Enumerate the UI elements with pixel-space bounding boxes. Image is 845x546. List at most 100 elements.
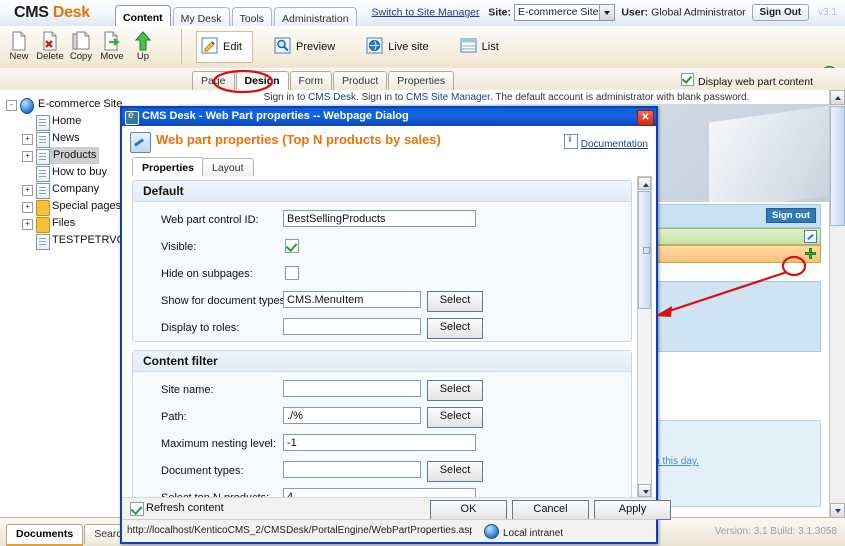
- switch-to-site-manager-link[interactable]: Switch to Site Manager: [372, 6, 480, 18]
- documentation-link[interactable]: Documentation: [581, 139, 648, 150]
- display-webpart-content-label: Display web part content: [698, 76, 813, 88]
- field-label: Maximum nesting level:: [161, 438, 276, 450]
- webpart-properties-icon: [130, 132, 151, 153]
- display-webpart-content-checkbox[interactable]: [681, 73, 695, 86]
- delete-document-icon: [36, 31, 64, 51]
- tab-properties[interactable]: Properties: [388, 71, 455, 90]
- view-preview-button[interactable]: Preview: [270, 32, 345, 62]
- view-list-button[interactable]: List: [456, 32, 509, 62]
- select-button[interactable]: Select: [427, 461, 483, 482]
- tree-expander[interactable]: +: [22, 202, 33, 213]
- logo-primary: CMS: [14, 4, 49, 21]
- signin-note-2: . Sign in to: [355, 92, 404, 103]
- field-webpart-control-id: Web part control ID:: [133, 208, 631, 235]
- app-header: CMS Desk Content My Desk Tools Administrati…: [0, 0, 845, 29]
- documentation-link-wrap: Documentation: [563, 134, 648, 150]
- tree-expander[interactable]: +: [22, 151, 33, 162]
- ok-button[interactable]: OK: [430, 500, 507, 520]
- document-icon: [36, 132, 50, 148]
- dialog-titlebar[interactable]: CMS Desk - Web Part properties -- Webpag…: [122, 108, 656, 126]
- tab-page[interactable]: Page: [192, 71, 235, 90]
- site-sign-out-button[interactable]: Sign out: [766, 208, 816, 223]
- dialog-tab-layout[interactable]: Layout: [202, 158, 254, 178]
- tree-expander[interactable]: +: [22, 219, 33, 230]
- edit-pencil-icon[interactable]: [804, 230, 817, 243]
- header-right-cluster: Switch to Site Manager Site: E-commerce …: [372, 4, 837, 21]
- select-button[interactable]: Select: [427, 291, 483, 312]
- design-scrollbar[interactable]: [829, 90, 845, 518]
- cancel-button[interactable]: Cancel: [512, 500, 589, 520]
- sign-out-button[interactable]: Sign Out: [751, 4, 810, 21]
- tree-expander[interactable]: -: [6, 100, 17, 111]
- display-to-roles-input[interactable]: [283, 318, 421, 335]
- site-name-input[interactable]: [283, 380, 421, 397]
- show-for-document-types-input[interactable]: [283, 291, 421, 308]
- tree-node-label: Company: [52, 183, 100, 195]
- page-tab-bar: Page Design Form Product Properties Display …: [0, 68, 845, 158]
- cms-desk-link[interactable]: CMS Desk: [308, 92, 356, 103]
- scroll-up-icon[interactable]: [830, 90, 845, 105]
- tree-node-label: News: [52, 132, 80, 144]
- delete-label: Delete: [36, 51, 64, 62]
- view-edit-button[interactable]: Edit: [196, 31, 253, 63]
- chevron-down-icon: [599, 5, 615, 20]
- add-webpart-plus-icon[interactable]: [805, 248, 816, 259]
- up-button[interactable]: Up: [128, 28, 158, 67]
- pencil-icon: [201, 37, 218, 54]
- tree-expander[interactable]: +: [22, 134, 33, 145]
- site-select[interactable]: E-commerce Site: [513, 4, 616, 21]
- header-version: v3.1: [818, 7, 837, 19]
- dialog-security-zone: Local intranet: [484, 524, 563, 539]
- select-button[interactable]: Select: [427, 407, 483, 428]
- scrollbar-thumb[interactable]: [638, 191, 651, 309]
- webpart-control-id-input[interactable]: [283, 210, 476, 227]
- refresh-content-checkbox[interactable]: [130, 502, 144, 516]
- tree-node-label: Files: [52, 217, 76, 229]
- copy-button[interactable]: Copy: [66, 28, 96, 67]
- magnifier-icon: [274, 37, 291, 54]
- tab-form[interactable]: Form: [289, 71, 333, 90]
- cms-site-manager-link[interactable]: CMS Site Manager: [406, 92, 490, 103]
- globe-icon: [20, 98, 34, 114]
- new-label: New: [9, 51, 29, 62]
- tab-product[interactable]: Product: [333, 71, 388, 90]
- move-button[interactable]: Move: [97, 28, 127, 67]
- site-label: Site:: [488, 6, 512, 19]
- select-button[interactable]: Select: [427, 380, 483, 401]
- field-site-name: Site name: Select: [133, 378, 631, 405]
- copy-document-icon: [67, 31, 95, 51]
- application-window: CMS Desk Content My Desk Tools Administrati…: [0, 0, 845, 546]
- scrollbar-thumb[interactable]: [830, 106, 845, 226]
- new-button[interactable]: New: [4, 28, 34, 67]
- user-label: User:: [621, 6, 649, 19]
- maximum-nesting-level-input[interactable]: [283, 434, 476, 451]
- new-document-icon: [5, 31, 33, 51]
- dialog-content-scroll-area: Default Web part control ID: Visible: Hi…: [122, 176, 656, 498]
- path-input[interactable]: [283, 407, 421, 424]
- dialog-scrollbar[interactable]: [637, 176, 652, 498]
- tab-documents[interactable]: Documents: [6, 524, 84, 546]
- close-x-icon[interactable]: ✕: [637, 110, 654, 126]
- scroll-up-icon[interactable]: [638, 177, 651, 190]
- tree-expander[interactable]: +: [22, 185, 33, 196]
- field-label: Hide on subpages:: [161, 268, 253, 280]
- arrow-up-icon: [129, 31, 157, 51]
- move-label: Move: [100, 51, 124, 62]
- document-actions-group: New Delete Copy Move Up: [4, 28, 180, 101]
- bottom-tab-group: Documents Search: [6, 524, 138, 546]
- select-button[interactable]: Select: [427, 318, 483, 339]
- visible-checkbox[interactable]: [285, 239, 299, 253]
- delete-button[interactable]: Delete: [35, 28, 65, 67]
- apply-button[interactable]: Apply: [594, 500, 671, 520]
- copy-label: Copy: [69, 51, 93, 62]
- tab-design[interactable]: Design: [235, 71, 289, 90]
- refresh-content-label: Refresh content: [146, 502, 224, 514]
- info-icon: [563, 134, 578, 149]
- document-types-input[interactable]: [283, 461, 421, 478]
- hide-on-subpages-checkbox[interactable]: [285, 266, 299, 280]
- view-live-site-button[interactable]: Live site: [362, 32, 438, 62]
- scroll-down-icon[interactable]: [830, 503, 845, 518]
- scroll-down-icon[interactable]: [638, 484, 651, 497]
- view-mode-group: Edit Preview Live site List: [196, 31, 523, 63]
- security-zone-label: Local intranet: [503, 528, 564, 539]
